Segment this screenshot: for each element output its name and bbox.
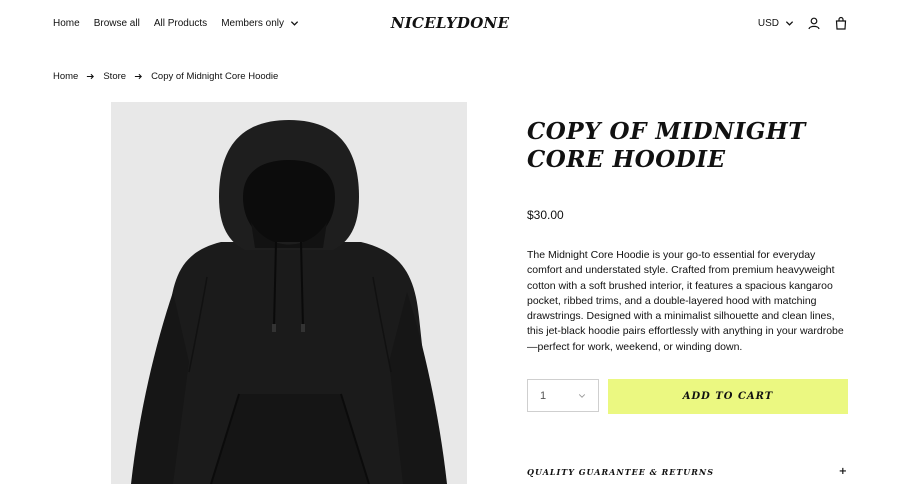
nav-all-products[interactable]: All Products bbox=[154, 18, 207, 29]
quantity-value: 1 bbox=[540, 389, 547, 402]
breadcrumb: Home Store Copy of Midnight Core Hoodie bbox=[53, 71, 278, 82]
accordion-quality-guarantee[interactable]: Quality guarantee & returns + bbox=[527, 466, 848, 477]
product-image[interactable] bbox=[111, 102, 467, 484]
nav-members-only[interactable]: Members only bbox=[221, 18, 299, 29]
accordion-label: Quality guarantee & returns bbox=[527, 466, 715, 477]
quantity-select[interactable]: 1 bbox=[527, 379, 599, 412]
breadcrumb-home[interactable]: Home bbox=[53, 71, 78, 82]
chevron-down-icon bbox=[578, 393, 586, 398]
hoodie-image bbox=[131, 120, 447, 484]
product-title: Copy of Midnight Core Hoodie bbox=[527, 118, 806, 173]
currency-label: USD bbox=[757, 17, 779, 29]
currency-selector[interactable]: USD bbox=[758, 18, 794, 29]
plus-icon: + bbox=[838, 466, 848, 477]
product-price: $30.00 bbox=[527, 208, 564, 222]
main-nav: Home Browse all All Products Members onl… bbox=[53, 18, 299, 29]
chevron-down-icon bbox=[290, 21, 299, 26]
arrow-right-icon bbox=[134, 73, 143, 80]
breadcrumb-store[interactable]: Store bbox=[103, 71, 126, 82]
add-to-cart-button[interactable]: Add to cart bbox=[608, 379, 848, 414]
user-icon[interactable] bbox=[807, 16, 821, 30]
breadcrumb-current: Copy of Midnight Core Hoodie bbox=[151, 71, 279, 82]
bag-icon[interactable] bbox=[834, 16, 848, 30]
members-only-label: Members only bbox=[221, 18, 284, 29]
nav-browse-all[interactable]: Browse all bbox=[94, 18, 140, 29]
header-actions: USD bbox=[758, 16, 848, 30]
arrow-right-icon bbox=[87, 73, 95, 80]
site-logo[interactable]: NICELYDONE bbox=[391, 14, 510, 32]
nav-home[interactable]: Home bbox=[53, 18, 80, 29]
product-description: The Midnight Core Hoodie is your go-to e… bbox=[527, 249, 844, 353]
chevron-down-icon bbox=[785, 20, 794, 26]
